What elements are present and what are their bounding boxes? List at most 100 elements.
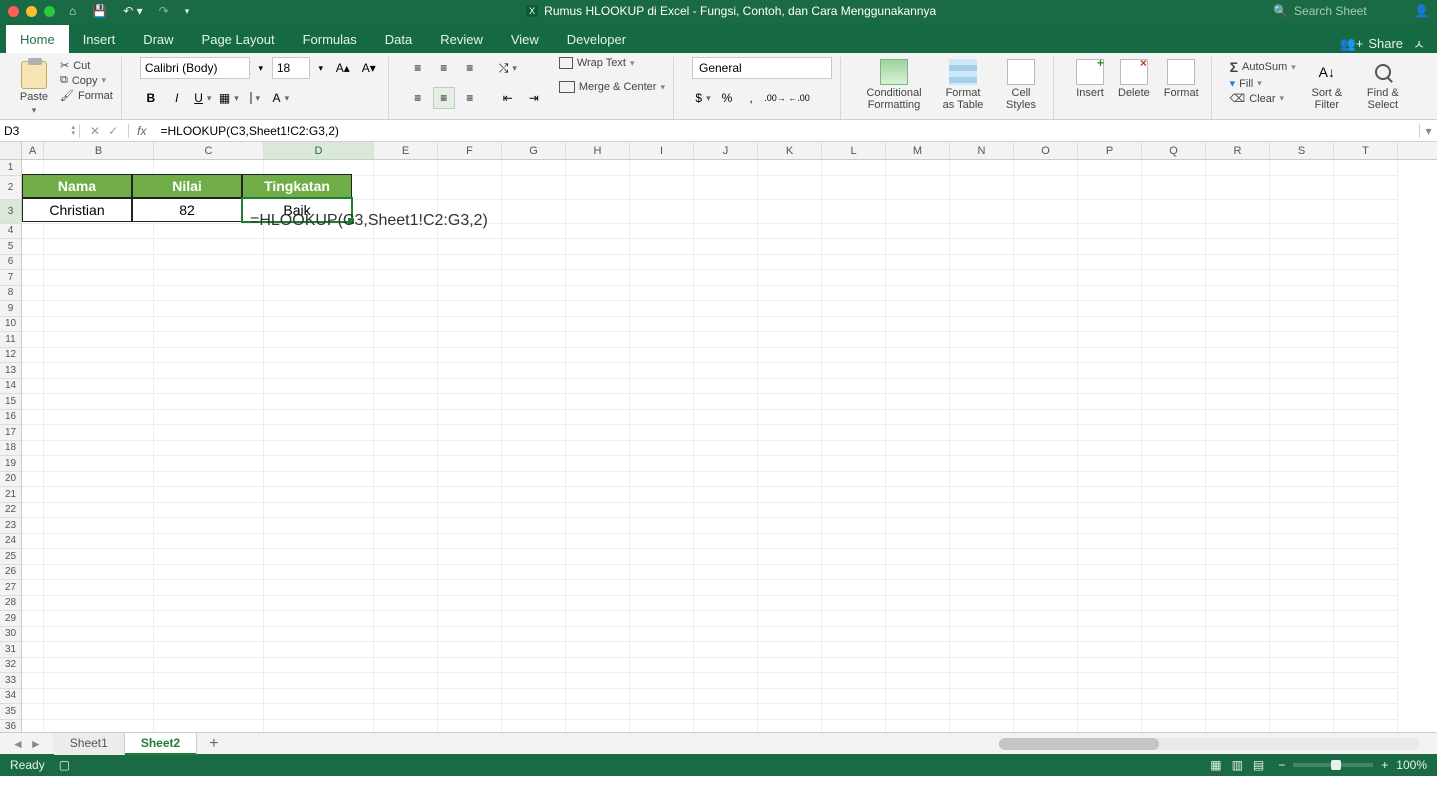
cell-R21[interactable]	[1206, 487, 1270, 503]
cell-M32[interactable]	[886, 658, 950, 674]
cell-N17[interactable]	[950, 425, 1014, 441]
cell-Q7[interactable]	[1142, 270, 1206, 286]
cell-B9[interactable]	[44, 301, 154, 317]
cell-F27[interactable]	[438, 580, 502, 596]
cell-O36[interactable]	[1014, 720, 1078, 733]
cell-H28[interactable]	[566, 596, 630, 612]
cell-N2[interactable]	[950, 176, 1014, 200]
cell-Q18[interactable]	[1142, 441, 1206, 457]
cell-C10[interactable]	[154, 317, 264, 333]
cell-G28[interactable]	[502, 596, 566, 612]
horizontal-scrollbar[interactable]	[999, 738, 1419, 750]
cell-H20[interactable]	[566, 472, 630, 488]
cell-F22[interactable]	[438, 503, 502, 519]
cell-P5[interactable]	[1078, 239, 1142, 255]
cell-Q8[interactable]	[1142, 286, 1206, 302]
cell-I20[interactable]	[630, 472, 694, 488]
cell-B32[interactable]	[44, 658, 154, 674]
cell-A4[interactable]	[22, 224, 44, 240]
row-header-7[interactable]: 7	[0, 270, 22, 286]
cell-S13[interactable]	[1270, 363, 1334, 379]
cell-E2[interactable]	[374, 176, 438, 200]
cell-K32[interactable]	[758, 658, 822, 674]
cell-P32[interactable]	[1078, 658, 1142, 674]
cell-N24[interactable]	[950, 534, 1014, 550]
increase-decimal-icon[interactable]: .00→	[764, 87, 786, 109]
cell-C12[interactable]	[154, 348, 264, 364]
cell-G12[interactable]	[502, 348, 566, 364]
cell-L18[interactable]	[822, 441, 886, 457]
bold-button[interactable]: B	[140, 87, 162, 109]
cell-E1[interactable]	[374, 160, 438, 176]
cell-F10[interactable]	[438, 317, 502, 333]
cell-M34[interactable]	[886, 689, 950, 705]
cell-I6[interactable]	[630, 255, 694, 271]
cell-P27[interactable]	[1078, 580, 1142, 596]
cell-E6[interactable]	[374, 255, 438, 271]
cell-H3[interactable]	[566, 200, 630, 224]
cell-N18[interactable]	[950, 441, 1014, 457]
cell-N13[interactable]	[950, 363, 1014, 379]
sheet-tab-sheet2[interactable]: Sheet2	[125, 733, 197, 755]
font-size-select[interactable]	[272, 57, 310, 79]
cell-M17[interactable]	[886, 425, 950, 441]
cell-C4[interactable]	[154, 224, 264, 240]
row-header-13[interactable]: 13	[0, 363, 22, 379]
orientation-icon[interactable]: ⤭	[497, 57, 519, 79]
cell-L6[interactable]	[822, 255, 886, 271]
cell-S8[interactable]	[1270, 286, 1334, 302]
row-header-18[interactable]: 18	[0, 441, 22, 457]
tab-data[interactable]: Data	[371, 25, 426, 53]
cell-H29[interactable]	[566, 611, 630, 627]
cell-G17[interactable]	[502, 425, 566, 441]
row-header-16[interactable]: 16	[0, 410, 22, 426]
cell-C9[interactable]	[154, 301, 264, 317]
cell-P14[interactable]	[1078, 379, 1142, 395]
cell-A15[interactable]	[22, 394, 44, 410]
cell-G32[interactable]	[502, 658, 566, 674]
cell-C5[interactable]	[154, 239, 264, 255]
cell-T2[interactable]	[1334, 176, 1398, 200]
cell-M13[interactable]	[886, 363, 950, 379]
cell-T29[interactable]	[1334, 611, 1398, 627]
cell-E7[interactable]	[374, 270, 438, 286]
page-break-view-icon[interactable]: ▤	[1253, 758, 1264, 772]
cell-G14[interactable]	[502, 379, 566, 395]
cell-N27[interactable]	[950, 580, 1014, 596]
cell-L30[interactable]	[822, 627, 886, 643]
cell-A27[interactable]	[22, 580, 44, 596]
decrease-font-icon[interactable]: A▾	[358, 57, 380, 79]
cell-G8[interactable]	[502, 286, 566, 302]
cell-H34[interactable]	[566, 689, 630, 705]
cell-D32[interactable]	[264, 658, 374, 674]
cell-D15[interactable]	[264, 394, 374, 410]
cell-B36[interactable]	[44, 720, 154, 733]
cell-B11[interactable]	[44, 332, 154, 348]
cell-S25[interactable]	[1270, 549, 1334, 565]
zoom-in-icon[interactable]: +	[1381, 758, 1388, 772]
row-header-14[interactable]: 14	[0, 379, 22, 395]
cell-O9[interactable]	[1014, 301, 1078, 317]
cell-A6[interactable]	[22, 255, 44, 271]
home-icon[interactable]: ⌂	[69, 4, 76, 18]
cell-T17[interactable]	[1334, 425, 1398, 441]
cell-styles-button[interactable]: Cell Styles	[997, 57, 1045, 111]
row-header-30[interactable]: 30	[0, 627, 22, 643]
cell-K22[interactable]	[758, 503, 822, 519]
cell-S9[interactable]	[1270, 301, 1334, 317]
cell-S36[interactable]	[1270, 720, 1334, 733]
cell-O33[interactable]	[1014, 673, 1078, 689]
cell-J23[interactable]	[694, 518, 758, 534]
cell-I17[interactable]	[630, 425, 694, 441]
cell-F5[interactable]	[438, 239, 502, 255]
cell-R15[interactable]	[1206, 394, 1270, 410]
cell-A5[interactable]	[22, 239, 44, 255]
cell-H16[interactable]	[566, 410, 630, 426]
cell-C32[interactable]	[154, 658, 264, 674]
cell-C8[interactable]	[154, 286, 264, 302]
cell-M35[interactable]	[886, 704, 950, 720]
normal-view-icon[interactable]: ▦	[1210, 758, 1221, 772]
cell-I16[interactable]	[630, 410, 694, 426]
cell-B6[interactable]	[44, 255, 154, 271]
cell-Q32[interactable]	[1142, 658, 1206, 674]
